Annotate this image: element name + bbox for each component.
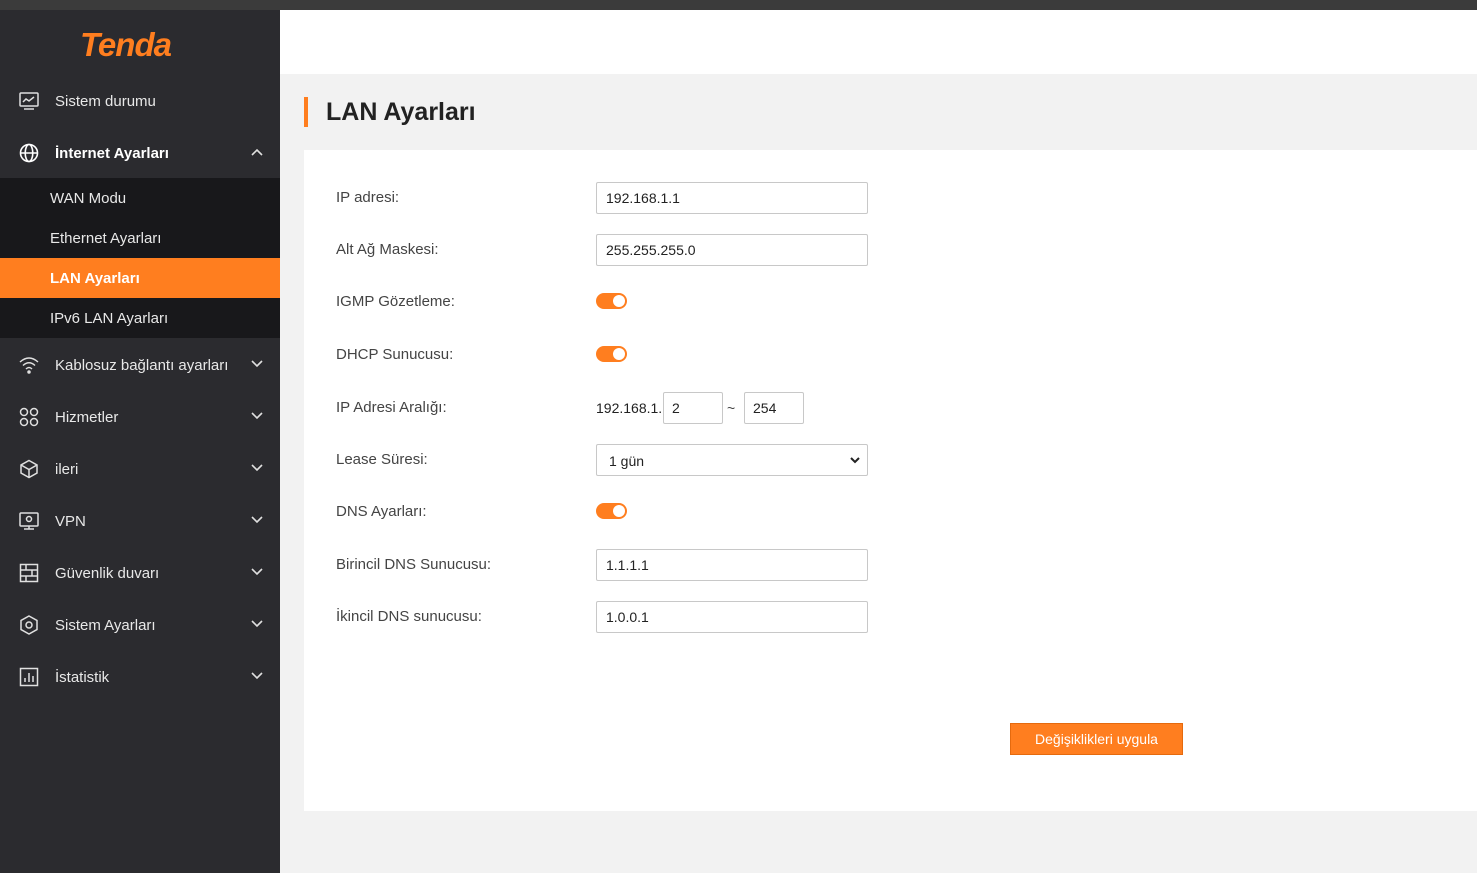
igmp-toggle[interactable] [596,293,627,309]
sidebar-item-services[interactable]: Hizmetler [0,391,280,443]
sidebar-item-label: İstatistik [55,668,110,686]
dns-settings-label: DNS Ayarları: [336,503,427,520]
submenu-item-wan-mode[interactable]: WAN Modu [0,178,280,218]
statistics-icon [19,667,39,687]
chevron-down-icon [251,620,263,628]
browser-top-bar [0,0,1477,10]
globe-icon [19,143,39,163]
firewall-icon [19,563,39,583]
submenu-item-lan-settings[interactable]: LAN Ayarları [0,258,280,298]
page-title-block: LAN Ayarları [304,97,476,127]
submenu-item-label: LAN Ayarları [50,269,140,287]
sidebar-item-label: Sistem Ayarları [55,616,156,634]
page-title: LAN Ayarları [326,97,476,126]
apps-grid-icon [19,407,39,427]
ip-range-end-input[interactable] [744,392,804,424]
chevron-down-icon [850,457,860,464]
sidebar-item-system-settings[interactable]: Sistem Ayarları [0,599,280,651]
sidebar-item-label: Güvenlik duvarı [55,564,160,582]
internet-settings-submenu: WAN Modu Ethernet Ayarları LAN Ayarları … [0,178,280,338]
primary-dns-input[interactable] [596,549,868,581]
secondary-dns-label: İkincil DNS sunucusu: [336,608,482,625]
ip-range-separator: ~ [727,400,736,416]
submenu-item-label: IPv6 LAN Ayarları [50,309,169,327]
dhcp-toggle[interactable] [596,346,627,362]
cube-icon [20,459,38,479]
sidebar-item-statistics[interactable]: İstatistik [0,651,280,703]
title-accent-bar [304,97,308,127]
sidebar-item-label: Hizmetler [55,408,119,426]
sidebar-item-label: İnternet Ayarları [55,144,169,162]
hexagon-settings-icon [20,615,38,635]
chevron-down-icon [251,412,263,420]
sidebar-item-label: Kablosuz bağlantı ayarları [55,356,229,374]
subnet-mask-input[interactable] [596,234,868,266]
sidebar-item-label: ileri [55,460,79,478]
chevron-down-icon [251,464,263,472]
lease-time-value: 1 gün [609,453,645,469]
chevron-down-icon [251,360,263,368]
tenda-logo: Tenda [80,26,172,63]
lease-time-select[interactable]: 1 gün [596,444,868,476]
submenu-item-label: WAN Modu [50,189,127,207]
secondary-dns-input[interactable] [596,601,868,633]
sidebar-item-firewall[interactable]: Güvenlik duvarı [0,547,280,599]
dhcp-label: DHCP Sunucusu: [336,346,454,363]
igmp-label: IGMP Gözetleme: [336,293,455,310]
sidebar-item-label: Sistem durumu [55,92,156,110]
subnet-mask-label: Alt Ağ Maskesi: [336,241,439,258]
chevron-up-icon [251,148,263,156]
lease-time-label: Lease Süresi: [336,451,428,468]
submenu-item-label: Ethernet Ayarları [50,229,162,247]
dns-toggle[interactable] [596,503,627,519]
sidebar-item-wireless[interactable]: Kablosuz bağlantı ayarları [0,339,280,391]
ip-range-start-input[interactable] [663,392,723,424]
vpn-monitor-icon [19,512,39,530]
ip-range-prefix: 192.168.1. [596,400,663,416]
ip-range-label: IP Adresi Aralığı: [336,399,447,416]
sidebar-item-system-status[interactable]: Sistem durumu [0,75,280,127]
settings-panel [304,150,1477,811]
ip-address-label: IP adresi: [336,189,400,206]
chevron-down-icon [251,672,263,680]
sidebar-item-internet-settings[interactable]: İnternet Ayarları [0,127,280,179]
submenu-item-ipv6-lan-settings[interactable]: IPv6 LAN Ayarları [0,298,280,338]
submenu-item-ethernet-settings[interactable]: Ethernet Ayarları [0,218,280,258]
chevron-down-icon [251,516,263,524]
chevron-down-icon [251,568,263,576]
apply-changes-button[interactable]: Değişiklikleri uygula [1010,723,1183,755]
sidebar-item-advanced[interactable]: ileri [0,443,280,495]
top-header [280,10,1477,74]
sidebar: Tenda Sistem durumu İnternet Ayarları WA… [0,10,280,873]
primary-dns-label: Birincil DNS Sunucusu: [336,556,492,573]
sidebar-item-vpn[interactable]: VPN [0,495,280,547]
wifi-icon [19,357,39,374]
sidebar-item-label: VPN [55,512,86,530]
monitor-icon [19,92,39,110]
ip-address-input[interactable] [596,182,868,214]
